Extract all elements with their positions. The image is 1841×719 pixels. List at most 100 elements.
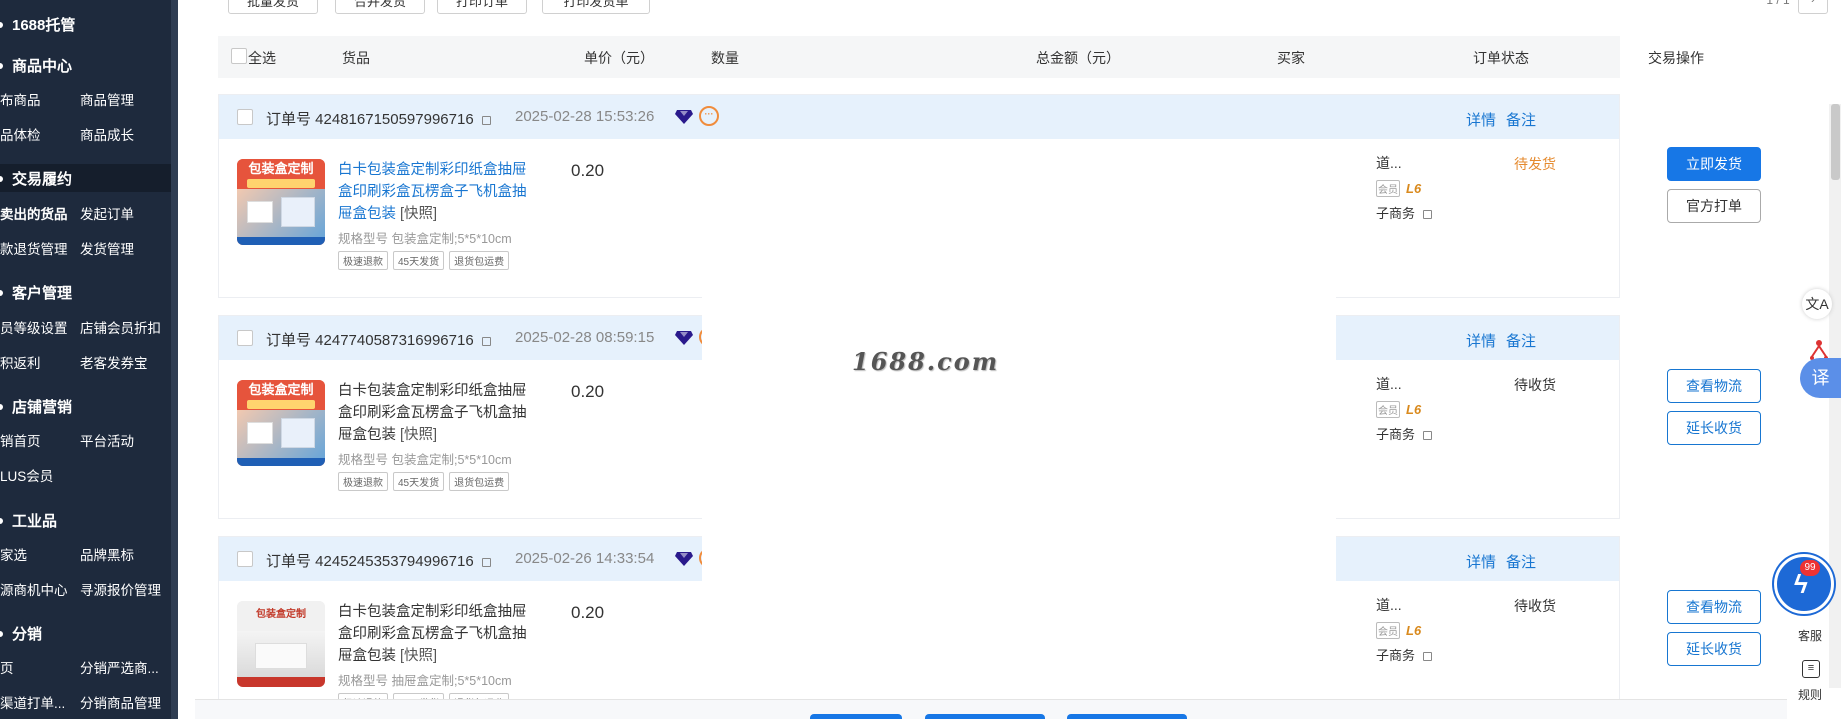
customer-service-label[interactable]: 客服 (1798, 627, 1822, 644)
sidebar-item-opportunity[interactable]: 源商机中心 (0, 579, 68, 599)
bottom-action-button[interactable] (925, 714, 1045, 719)
blank-overlay (702, 140, 1179, 719)
order-detail-link[interactable]: 详情 (1466, 330, 1496, 351)
extend-receipt-button[interactable]: 延长收货 (1667, 632, 1761, 666)
sidebar-item-product-growth[interactable]: 商品成长 (80, 124, 134, 144)
order-note-link[interactable]: 备注 (1506, 551, 1536, 572)
sidebar-item-ship-manage[interactable]: 发货管理 (80, 238, 134, 258)
sidebar-item-member-discount[interactable]: 店铺会员折扣 (80, 317, 161, 337)
chat-icon[interactable]: ··· (699, 106, 719, 126)
sidebar-item-quote-manage[interactable]: 寻源报价管理 (80, 579, 161, 599)
print-order-button[interactable]: 打印订单 (437, 0, 527, 14)
view-logistics-button[interactable]: 查看物流 (1667, 369, 1761, 403)
product-thumbnail[interactable]: 包装盒定制 (237, 601, 325, 687)
extend-receipt-button[interactable]: 延长收货 (1667, 411, 1761, 445)
diamond-icon (675, 331, 693, 345)
copy-icon[interactable] (481, 557, 491, 567)
sidebar-item-refund-manage[interactable]: 款退货管理 (0, 238, 68, 258)
copy-icon[interactable] (481, 115, 491, 125)
product-thumbnail[interactable]: 包装盒定制 (237, 159, 325, 245)
rules-icon[interactable]: ≡ (1802, 660, 1820, 678)
page-next-button[interactable]: › (1798, 0, 1828, 14)
scrollbar-thumb[interactable] (1831, 104, 1840, 180)
rules-label[interactable]: 规则 (1798, 686, 1822, 703)
sidebar-item-sold-goods[interactable]: 卖出的货品 (0, 203, 68, 223)
unit-price: 0.20 (571, 161, 605, 180)
sidebar-item-plus-member[interactable]: LUS会员 (0, 465, 53, 485)
copy-icon[interactable] (481, 336, 491, 346)
sidebar-item-product-manage[interactable]: 商品管理 (80, 89, 134, 109)
order-time: 2025-02-26 14:33:54 (515, 550, 655, 567)
sidebar-item-marketing-home[interactable]: 销首页 (0, 430, 41, 450)
sidebar-item-distribution-select[interactable]: 分销严选商... (80, 657, 159, 677)
sidebar-item-brand-mark[interactable]: 品牌黑标 (80, 544, 134, 564)
sidebar-item-publish[interactable]: 布商品 (0, 89, 41, 109)
sidebar-header[interactable]: 1688托管 (0, 14, 75, 35)
view-logistics-button[interactable]: 查看物流 (1667, 590, 1761, 624)
sidebar-section-trade[interactable]: 交易履约 (0, 168, 72, 189)
column-quantity: 数量 (711, 50, 739, 66)
sidebar-section-product[interactable]: 商品中心 (0, 55, 72, 76)
select-all-checkbox[interactable] (231, 48, 247, 64)
sidebar: 1688托管 商品中心 布商品 商品管理 品体检 商品成长 交易履约 卖出的货品… (0, 0, 178, 719)
sidebar-item-distribution-home[interactable]: 页 (0, 657, 14, 677)
bullet-icon (0, 289, 3, 296)
order-status: 待发货 (1514, 156, 1556, 172)
unit-price: 0.20 (571, 382, 605, 401)
batch-ship-button[interactable]: 批量发货 (228, 0, 318, 14)
sidebar-item-coupon[interactable]: 老客发券宝 (80, 352, 148, 372)
product-title-link[interactable]: 白卡包装盒定制彩印纸盒抽屉盒印刷彩盒瓦楞盒子飞机盒抽屉盒包装 [快照] (338, 380, 528, 446)
order-checkbox[interactable] (237, 109, 253, 125)
select-all-label[interactable]: 全选 (248, 48, 276, 68)
sidebar-item-create-order[interactable]: 发起订单 (80, 203, 134, 223)
product-title-link[interactable]: 白卡包装盒定制彩印纸盒抽屉盒印刷彩盒瓦楞盒子飞机盒抽屉盒包装 [快照] (338, 601, 528, 667)
sidebar-section-customer[interactable]: 客户管理 (0, 282, 72, 303)
order-checkbox[interactable] (237, 551, 253, 567)
knot-icon[interactable] (1808, 338, 1830, 360)
ship-now-button[interactable]: 立即发货 (1667, 147, 1761, 181)
order-header: 订单号 4248167150597996716 2025-02-28 15:53… (219, 95, 1619, 139)
sidebar-item-distribution-product[interactable]: 分销商品管理 (80, 692, 161, 712)
buyer-name[interactable]: 道... (1376, 595, 1402, 615)
sidebar-section-marketing[interactable]: 店铺营销 (0, 396, 72, 417)
order-checkbox[interactable] (237, 330, 253, 346)
buyer-name[interactable]: 道... (1376, 374, 1402, 394)
bullet-icon (0, 62, 3, 69)
order-time: 2025-02-28 08:59:15 (515, 329, 655, 346)
product-thumbnail[interactable]: 包装盒定制 (237, 380, 325, 466)
buyer-name[interactable]: 道... (1376, 153, 1402, 173)
order-detail-link[interactable]: 详情 (1466, 109, 1496, 130)
service-tag: 极速退款 (338, 472, 388, 491)
copy-icon[interactable] (1423, 210, 1433, 220)
sidebar-item-platform-activity[interactable]: 平台活动 (80, 430, 134, 450)
order-note-link[interactable]: 备注 (1506, 109, 1536, 130)
merge-ship-button[interactable]: 合并发货 (335, 0, 425, 14)
sidebar-item-product-check[interactable]: 品体检 (0, 124, 41, 144)
sidebar-item-points-rebate[interactable]: 积返利 (0, 352, 41, 372)
sidebar-section-industrial[interactable]: 工业品 (0, 510, 57, 531)
column-trade-actions: 交易操作 (1648, 50, 1704, 66)
sidebar-section-distribution[interactable]: 分销 (0, 623, 42, 644)
bottom-action-button[interactable] (810, 714, 902, 719)
order-note-link[interactable]: 备注 (1506, 330, 1536, 351)
copy-icon[interactable] (1423, 431, 1433, 441)
official-print-button[interactable]: 官方打单 (1667, 189, 1761, 223)
level-badge: L6 (1406, 402, 1422, 417)
language-icon[interactable]: 文A (1802, 289, 1832, 319)
snapshot-link[interactable]: [快照] (400, 206, 437, 222)
sidebar-item-selection[interactable]: 家选 (0, 544, 27, 564)
snapshot-link[interactable]: [快照] (400, 427, 437, 443)
product-tags: 极速退款 45天发货 退货包运费 (338, 472, 510, 491)
print-ship-sheet-button[interactable]: 打印发货单 (542, 0, 650, 14)
translate-button[interactable]: 译 (1800, 358, 1841, 398)
buyer-service: 子商务 (1376, 424, 1433, 443)
order-detail-link[interactable]: 详情 (1466, 551, 1496, 572)
order-status: 待收货 (1514, 377, 1556, 393)
bottom-action-button[interactable] (1067, 714, 1187, 719)
sidebar-item-member-level[interactable]: 员等级设置 (0, 317, 68, 337)
product-tags: 极速退款 45天发货 退货包运费 (338, 251, 510, 270)
snapshot-link[interactable]: [快照] (400, 648, 437, 664)
copy-icon[interactable] (1423, 652, 1433, 662)
product-title-link[interactable]: 白卡包装盒定制彩印纸盒抽屉盒印刷彩盒瓦楞盒子飞机盒抽屉盒包装 [快照] (338, 159, 528, 225)
sidebar-item-channel-print[interactable]: 渠道打单... (0, 692, 65, 712)
